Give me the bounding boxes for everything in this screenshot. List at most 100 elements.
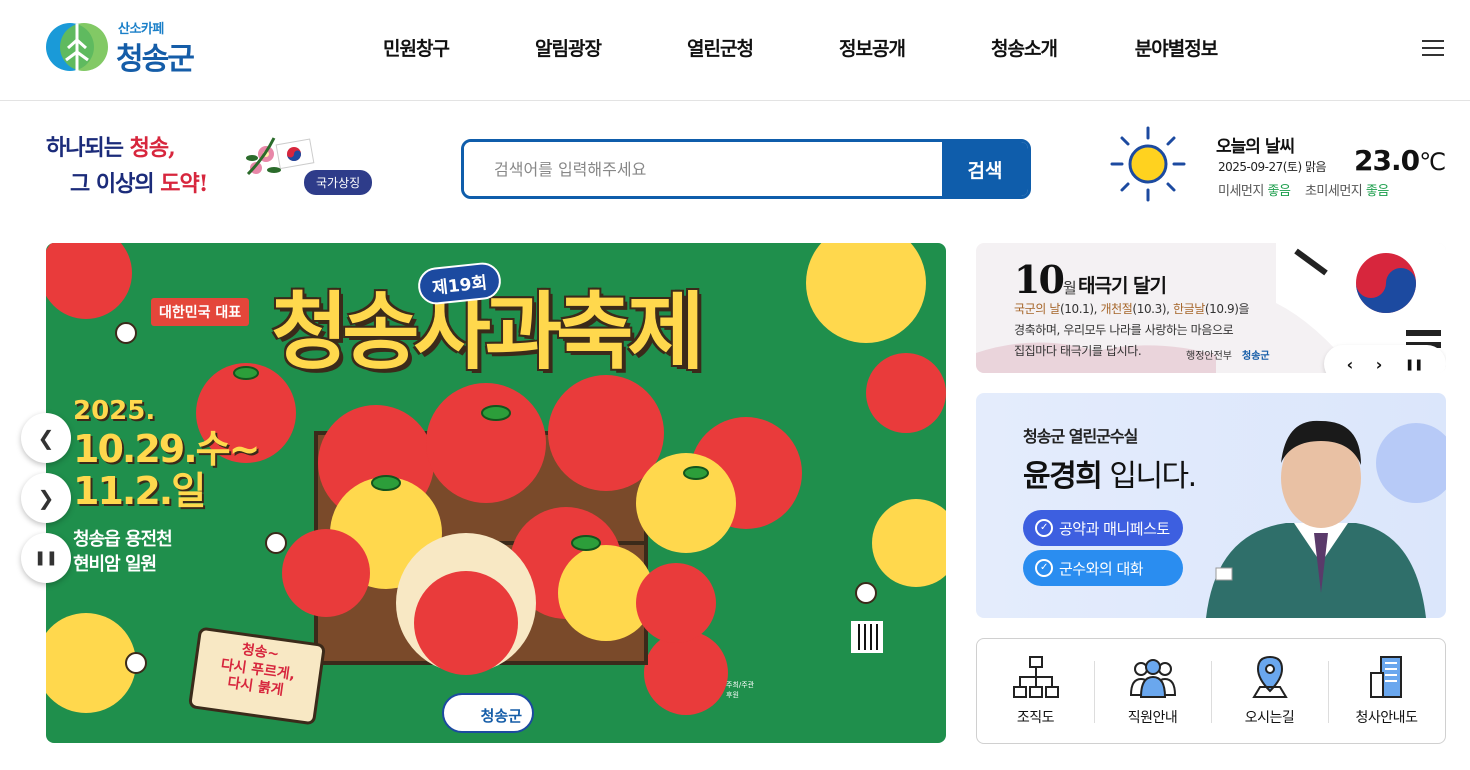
quick-link-org-chart[interactable]: 조직도 bbox=[977, 639, 1094, 743]
nav-item-civil[interactable]: 민원창구 bbox=[340, 34, 492, 61]
pause-icon[interactable]: ❚❚ bbox=[1405, 358, 1423, 371]
nav-item-info[interactable]: 정보공개 bbox=[796, 34, 948, 61]
weather-date: 2025-09-27(토) 맑음 bbox=[1218, 158, 1327, 175]
flag-organizations: 행정안전부 청송군 bbox=[1186, 347, 1270, 362]
banner-date-start: 10.29.수~ bbox=[73, 427, 260, 471]
quick-link-building-map[interactable]: 청사안내도 bbox=[1328, 639, 1445, 743]
quick-link-label: 오시는길 bbox=[1244, 710, 1295, 726]
banner-date: 2025. 10.29.수~ 11.2.일 bbox=[73, 396, 260, 513]
menu-icon[interactable] bbox=[1422, 40, 1444, 58]
banner-date-end: 11.2.일 bbox=[73, 469, 206, 513]
flag-month-number: 10 bbox=[1014, 257, 1065, 302]
banner-next-button[interactable]: ❯ bbox=[21, 473, 71, 523]
search-box: 검색 bbox=[461, 139, 1031, 199]
dust-label: 미세먼지 bbox=[1218, 184, 1264, 199]
banner-prev-button[interactable]: ❮ bbox=[21, 413, 71, 463]
mayor-name: 윤경희 입니다. bbox=[1023, 451, 1197, 495]
quick-link-label: 조직도 bbox=[1016, 710, 1055, 726]
banner-logo: 청송군 bbox=[442, 693, 534, 733]
staff-icon bbox=[1129, 659, 1176, 698]
holiday-2: 개천절 bbox=[1100, 302, 1133, 316]
weather-temperature: 23.0℃ bbox=[1354, 144, 1446, 177]
national-symbol[interactable]: 국가상징 bbox=[244, 128, 384, 198]
holiday-3: 한글날 bbox=[1172, 302, 1205, 316]
dust-value: 좋음 bbox=[1267, 184, 1291, 199]
flag-campaign-banner[interactable]: 10월 태극기 달기 국군의 날(10.1), 개천절(10.3), 한글날(1… bbox=[976, 243, 1446, 373]
flag-month: 10월 bbox=[1014, 257, 1077, 302]
search-button[interactable]: 검색 bbox=[942, 142, 1028, 196]
weather-temp-unit: ℃ bbox=[1419, 148, 1446, 176]
quick-link-staff[interactable]: 직원안내 bbox=[1094, 639, 1211, 743]
logo-title: 청송군 bbox=[116, 42, 195, 77]
flag-title: 태극기 달기 bbox=[1078, 275, 1167, 297]
org-chart-icon bbox=[1012, 656, 1059, 698]
holiday-1-date: (10.1), bbox=[1059, 302, 1101, 316]
sun-icon bbox=[1110, 126, 1186, 202]
chevron-left-icon: ❮ bbox=[37, 426, 55, 450]
weather-title: 오늘의 날씨 bbox=[1216, 137, 1295, 157]
banner-pause-button[interactable]: ❚❚ bbox=[21, 533, 71, 583]
holiday-3-date: (10.9)을 bbox=[1204, 302, 1250, 316]
search-input[interactable] bbox=[464, 142, 946, 196]
holiday-2-date: (10.3), bbox=[1132, 302, 1173, 316]
banner-sponsor-label: 후원 bbox=[726, 690, 739, 699]
logo-leaf-icon bbox=[46, 23, 108, 72]
mayor-dialogue-button[interactable]: ✓ 군수와의 대화 bbox=[1023, 550, 1183, 586]
banner-place: 청송읍 용전천 현비암 일원 bbox=[73, 527, 173, 577]
fine-dust-value: 좋음 bbox=[1365, 184, 1389, 199]
check-icon: ✓ bbox=[1035, 519, 1053, 537]
main-banner-festival[interactable]: 대한민국 대표 청송사과축제 제19회 2025. 10.29.수~ 11.2.… bbox=[46, 243, 946, 743]
weather-widget: 오늘의 날씨 2025-09-27(토) 맑음 23.0℃ 미세먼지 좋음 초미… bbox=[1110, 124, 1460, 204]
national-symbol-button[interactable]: 국가상징 bbox=[304, 170, 373, 195]
banner-place-2: 현비암 일원 bbox=[73, 554, 157, 576]
weather-dust: 미세먼지 좋음 초미세먼지 좋음 bbox=[1218, 180, 1389, 199]
banner-badge: 대한민국 대표 bbox=[151, 298, 250, 326]
site-header: 산소카페 청송군 민원창구 알림광장 열린군청 정보공개 청송소개 분야별정보 bbox=[0, 0, 1470, 101]
banner-place-1: 청송읍 용전천 bbox=[73, 529, 173, 550]
weather-temp-value: 23.0 bbox=[1354, 144, 1420, 177]
mayor-dialogue-label: 군수와의 대화 bbox=[1059, 559, 1144, 578]
chevron-right-icon[interactable]: › bbox=[1376, 355, 1383, 374]
nav-item-field-info[interactable]: 분야별정보 bbox=[1100, 34, 1252, 61]
nav-item-open-gov[interactable]: 열린군청 bbox=[644, 34, 796, 61]
org-cheongsong: 청송군 bbox=[1242, 351, 1270, 362]
slogan-highlight-1: 청송, bbox=[129, 135, 176, 161]
site-logo[interactable]: 산소카페 청송군 bbox=[46, 16, 206, 80]
mayor-name-suffix: 입니다. bbox=[1101, 459, 1197, 494]
nav-item-intro[interactable]: 청송소개 bbox=[948, 34, 1100, 61]
slogan: 하나되는 청송, 그 이상의 도약! bbox=[46, 130, 246, 210]
pause-icon: ❚❚ bbox=[34, 550, 58, 566]
pledge-button[interactable]: ✓ 공약과 매니페스토 bbox=[1023, 510, 1183, 546]
building-icon bbox=[1369, 656, 1402, 698]
qr-code-icon bbox=[851, 621, 883, 653]
chevron-right-icon: ❯ bbox=[37, 486, 55, 510]
nav-item-notice[interactable]: 알림광장 bbox=[492, 34, 644, 61]
mayor-subtitle: 청송군 열린군수실 bbox=[1023, 427, 1138, 446]
flag-month-suffix: 월 bbox=[1062, 279, 1077, 297]
org-mois: 행정안전부 bbox=[1186, 351, 1232, 362]
pledge-button-label: 공약과 매니페스토 bbox=[1059, 519, 1170, 538]
holiday-1: 국군의 날 bbox=[1014, 302, 1060, 316]
mayor-office-banner: 청송군 열린군수실 윤경희 입니다. ✓ 공약과 매니페스토 ✓ 군수와의 대화 bbox=[976, 393, 1446, 618]
slogan-highlight-2: 도약! bbox=[160, 171, 208, 197]
check-icon: ✓ bbox=[1035, 559, 1053, 577]
flag-banner-controls: ‹ › ❚❚ bbox=[1324, 345, 1446, 373]
slogan-text-2: 그 이상의 bbox=[70, 171, 161, 197]
quick-link-label: 직원안내 bbox=[1127, 710, 1178, 726]
weather-date-value: 2025-09-27(토) bbox=[1218, 160, 1302, 174]
mayor-name-bold: 윤경희 bbox=[1023, 459, 1103, 494]
banner-host-label: 주최/주관 bbox=[726, 681, 755, 689]
slogan-text-1: 하나되는 bbox=[46, 135, 130, 161]
weather-condition: 맑음 bbox=[1304, 160, 1327, 174]
main-nav: 민원창구 알림광장 열린군청 정보공개 청송소개 분야별정보 bbox=[340, 34, 1252, 61]
quick-link-label: 청사안내도 bbox=[1355, 710, 1418, 726]
banner-year: 2025. bbox=[73, 396, 156, 426]
fine-dust-label: 초미세먼지 bbox=[1304, 184, 1363, 199]
quick-links: 조직도 직원안내 오시는길 청사안내도 bbox=[976, 638, 1446, 744]
location-pin-icon bbox=[1251, 655, 1288, 698]
flag-text-2: 경축하며, 우리모두 나라를 사랑하는 마음으로 bbox=[1014, 323, 1234, 337]
chevron-left-icon[interactable]: ‹ bbox=[1347, 355, 1354, 374]
quick-link-directions[interactable]: 오시는길 bbox=[1211, 639, 1328, 743]
banner-sign: 청송~ 다시 푸르게, 다시 붉게 bbox=[187, 626, 327, 726]
banner-sponsors: 주최/주관 후원 bbox=[726, 681, 936, 701]
